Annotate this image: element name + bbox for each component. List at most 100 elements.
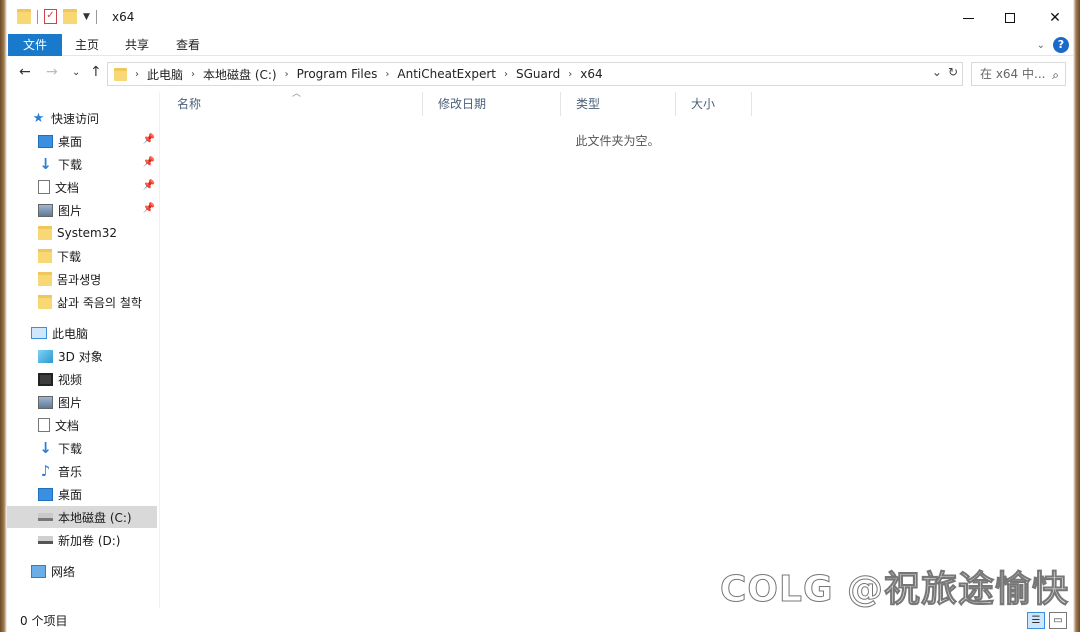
breadcrumb-this-pc[interactable]: 此电脑	[143, 66, 187, 83]
nav-label: 삶과 죽음의 철학	[57, 295, 142, 310]
music-note-icon: ♪	[40, 461, 51, 480]
nav-item-3d-objects[interactable]: 3D 对象	[7, 345, 157, 367]
nav-label: 文档	[55, 418, 80, 433]
nav-label: 下载	[58, 441, 83, 456]
up-arrow-icon[interactable]: ↑	[90, 64, 102, 80]
minimize-button[interactable]	[945, 6, 991, 30]
nav-this-pc[interactable]: 此电脑	[7, 322, 157, 344]
nav-item-documents[interactable]: 文档 📌	[7, 176, 157, 198]
title-bar: ✓ ▼ x64 ✕	[7, 0, 1073, 34]
nav-label: System32	[57, 226, 118, 240]
nav-label: 桌面	[58, 134, 83, 149]
breadcrumb-separator[interactable]: ›	[281, 69, 293, 80]
ribbon: 文件 主页 共享 查看 ⌄ ?	[7, 34, 1073, 56]
nav-item-korean-folder-2[interactable]: 삶과 죽음의 철학	[7, 291, 157, 313]
breadcrumb-sguard[interactable]: SGuard	[512, 67, 564, 81]
tab-file[interactable]: 文件	[8, 34, 62, 56]
nav-item-videos[interactable]: 视频	[7, 368, 157, 390]
pictures-icon	[38, 203, 53, 217]
breadcrumb-separator[interactable]: ›	[187, 69, 199, 80]
breadcrumb-separator[interactable]: ›	[381, 69, 393, 80]
forward-arrow-icon[interactable]: →	[46, 64, 58, 80]
minimize-icon	[962, 17, 974, 19]
nav-item-pc-downloads[interactable]: ↓ 下载	[7, 437, 157, 459]
nav-label: 快速访问	[51, 111, 100, 126]
nav-item-downloads[interactable]: ↓ 下载 📌	[7, 153, 157, 175]
status-bar: 0 个项目 ☰ ▭	[7, 610, 1073, 632]
nav-item-music[interactable]: ♪ 音乐	[7, 460, 157, 482]
breadcrumb-anticheatexpert[interactable]: AntiCheatExpert	[393, 67, 500, 81]
tab-view[interactable]: 查看	[170, 34, 206, 56]
search-placeholder: 在 x64 中...	[980, 67, 1046, 81]
breadcrumb-separator[interactable]: ›	[500, 69, 512, 80]
desktop-icon	[38, 487, 53, 501]
nav-item-downloads-folder[interactable]: 下载	[7, 245, 157, 267]
maximize-icon	[1005, 13, 1015, 23]
tab-home[interactable]: 主页	[69, 34, 105, 56]
column-header-type[interactable]: 类型	[561, 92, 676, 116]
nav-item-new-volume-d[interactable]: 新加卷 (D:)	[7, 529, 157, 551]
column-header-name[interactable]: 名称	[162, 92, 423, 116]
drive-icon	[38, 513, 53, 521]
pin-icon: 📌	[142, 180, 155, 191]
nav-label: 视频	[58, 372, 83, 387]
new-folder-icon[interactable]	[63, 9, 77, 24]
nav-item-system32[interactable]: System32	[7, 222, 157, 244]
nav-label: 몸과생명	[57, 272, 102, 287]
large-icons-view-icon[interactable]: ▭	[1049, 612, 1067, 629]
folder-icon	[17, 9, 31, 24]
nav-label: 文档	[55, 180, 80, 195]
toolbar-divider	[95, 9, 97, 24]
recent-locations-icon[interactable]: ⌄	[72, 67, 80, 78]
nav-item-korean-folder-1[interactable]: 몸과생명	[7, 268, 157, 290]
nav-item-local-disk-c[interactable]: 本地磁盘 (C:)	[7, 506, 157, 528]
close-icon: ✕	[1049, 10, 1061, 26]
customize-toolbar-icon[interactable]: ▼	[83, 12, 90, 22]
breadcrumb-x64[interactable]: x64	[576, 67, 606, 81]
breadcrumb-separator[interactable]: ›	[131, 69, 143, 80]
nav-item-desktop[interactable]: 桌面 📌	[7, 130, 157, 152]
computer-icon	[31, 327, 47, 339]
file-list-pane: ︿ 名称 修改日期 类型 大小 此文件夹为空。	[162, 89, 1073, 608]
ribbon-controls: ⌄ ?	[1037, 37, 1069, 53]
folder-icon	[38, 272, 52, 286]
search-input[interactable]: 在 x64 中... ⌕	[971, 62, 1066, 86]
nav-item-pc-pictures[interactable]: 图片	[7, 391, 157, 413]
back-arrow-icon[interactable]: ←	[19, 64, 31, 80]
breadcrumb-separator[interactable]: ›	[564, 69, 576, 80]
drive-icon	[38, 536, 53, 544]
close-button[interactable]: ✕	[1032, 6, 1078, 30]
pictures-icon	[38, 395, 53, 409]
details-view-icon[interactable]: ☰	[1027, 612, 1045, 629]
tab-share[interactable]: 共享	[119, 34, 155, 56]
properties-icon[interactable]: ✓	[44, 9, 57, 24]
view-toggle: ☰ ▭	[1027, 612, 1067, 629]
nav-quick-access[interactable]: ★ 快速访问	[7, 107, 157, 129]
refresh-icon[interactable]: ↻	[948, 65, 958, 79]
nav-item-pc-desktop[interactable]: 桌面	[7, 483, 157, 505]
column-header-date-modified[interactable]: 修改日期	[423, 92, 561, 116]
expand-ribbon-icon[interactable]: ⌄	[1037, 40, 1045, 51]
column-header-size[interactable]: 大小	[676, 92, 752, 116]
address-history-chevron-icon[interactable]: ⌄	[932, 65, 942, 79]
nav-item-pictures[interactable]: 图片 📌	[7, 199, 157, 221]
toolbar-divider	[37, 9, 38, 24]
nav-item-pc-documents[interactable]: 文档	[7, 414, 157, 436]
nav-network[interactable]: 网络	[7, 560, 157, 582]
nav-label: 图片	[58, 395, 83, 410]
nav-label: 3D 对象	[58, 349, 103, 364]
nav-label: 本地磁盘 (C:)	[58, 510, 132, 525]
address-bar[interactable]: › 此电脑 › 本地磁盘 (C:) › Program Files › Anti…	[107, 62, 963, 86]
network-icon	[31, 564, 46, 578]
nav-label: 新加卷 (D:)	[58, 533, 121, 548]
quick-access-toolbar: ✓ ▼	[17, 9, 103, 24]
breadcrumb-program-files[interactable]: Program Files	[293, 67, 382, 81]
help-icon[interactable]: ?	[1053, 37, 1069, 53]
folder-icon	[38, 295, 52, 309]
breadcrumb-local-disk[interactable]: 本地磁盘 (C:)	[199, 66, 281, 83]
nav-label: 桌面	[58, 487, 83, 502]
desktop-icon	[38, 134, 53, 148]
maximize-button[interactable]	[987, 6, 1033, 30]
folder-icon	[38, 226, 52, 240]
document-icon	[38, 418, 50, 432]
